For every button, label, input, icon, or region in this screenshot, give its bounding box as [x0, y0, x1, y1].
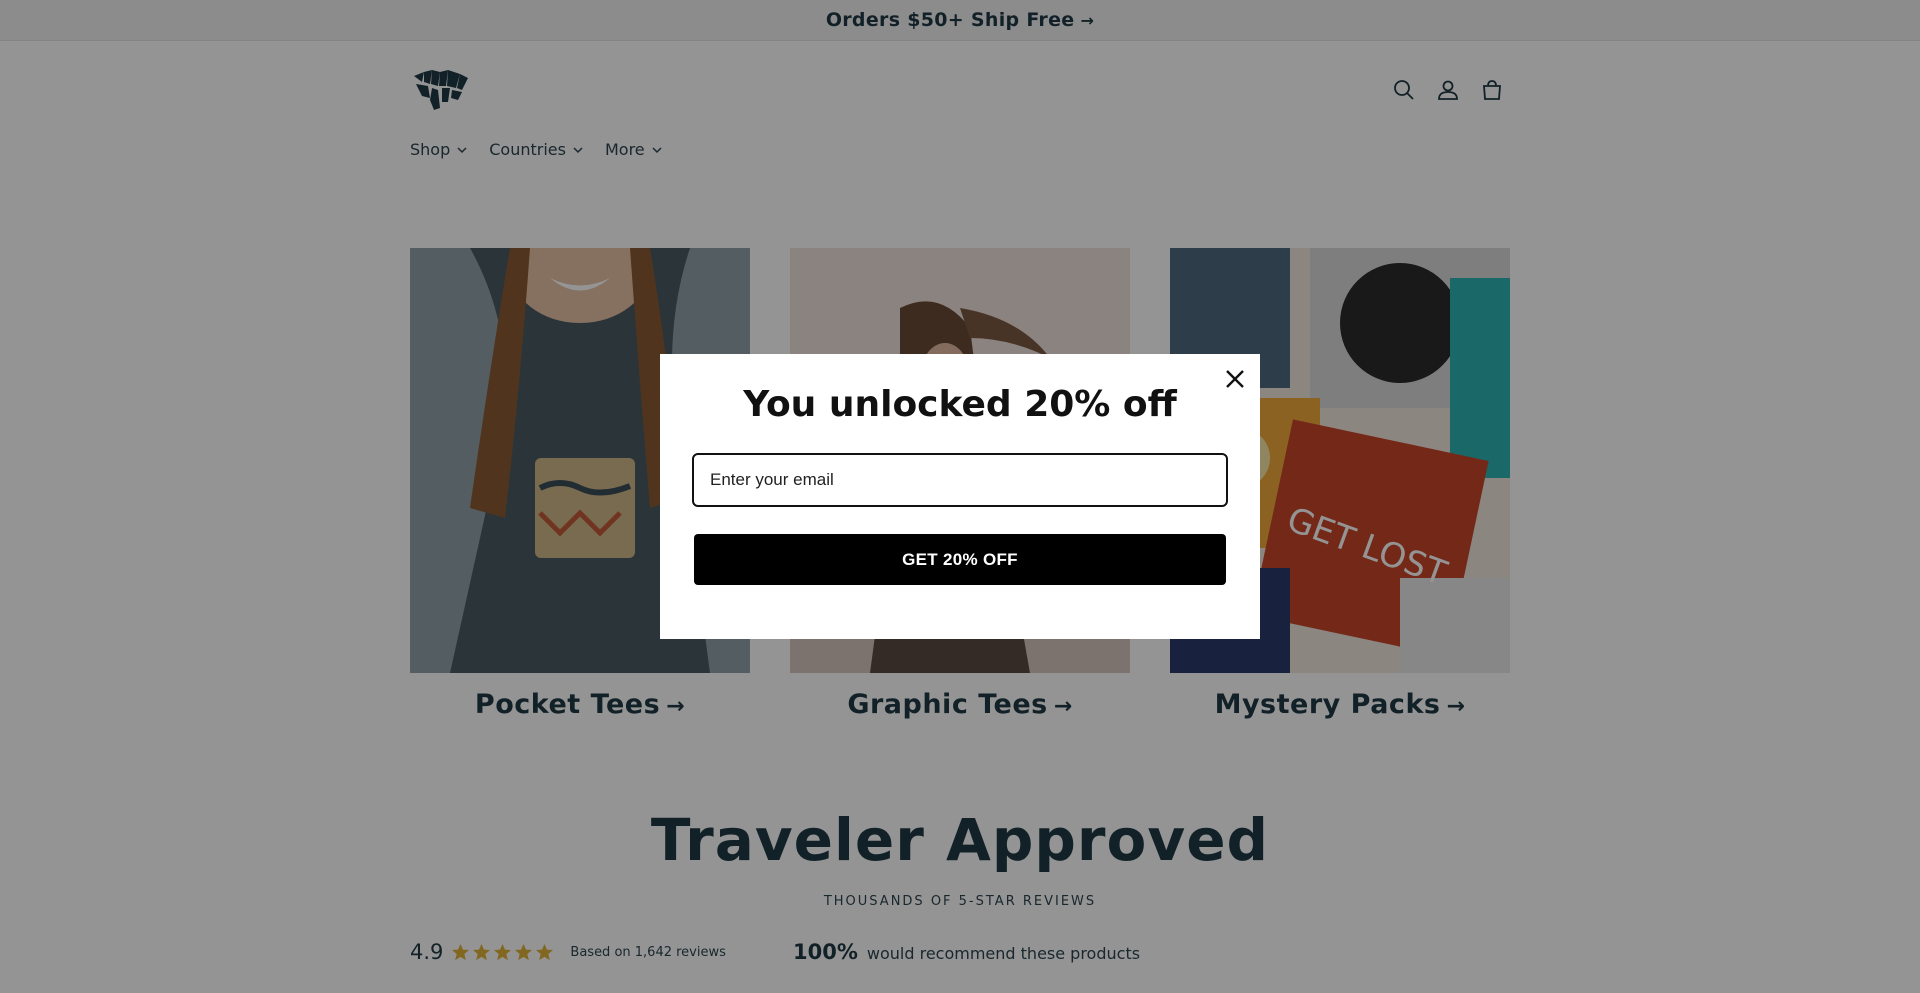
- get-discount-button[interactable]: GET 20% OFF: [694, 534, 1226, 585]
- popup-title: You unlocked 20% off: [743, 384, 1177, 425]
- discount-popup: You unlocked 20% off GET 20% OFF: [660, 354, 1260, 639]
- email-field[interactable]: [692, 453, 1228, 507]
